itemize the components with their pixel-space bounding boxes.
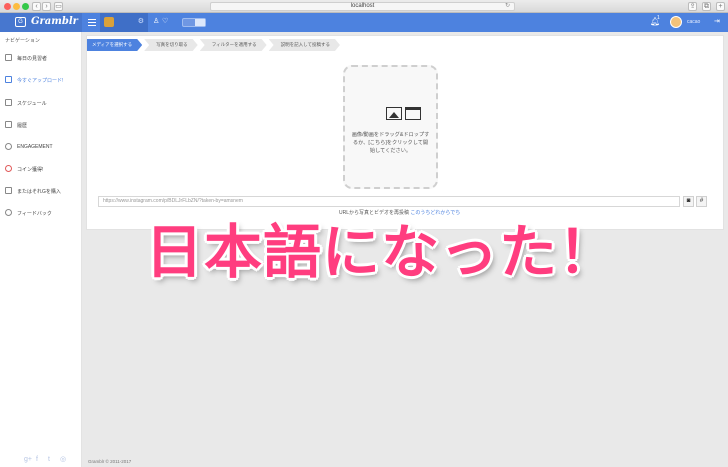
- step-crop[interactable]: 写真を切り取る: [144, 39, 198, 51]
- footer-copyright: Gramblr © 2011-2017: [88, 459, 132, 464]
- step-caption[interactable]: 説明を記入して投稿する: [269, 39, 340, 51]
- hashtag-button[interactable]: #: [696, 196, 707, 207]
- mode-toggle[interactable]: [182, 18, 206, 27]
- address-text: localhost: [350, 3, 375, 9]
- sidebar-item-label: スケジュール: [17, 101, 47, 107]
- photo-icon: [386, 107, 402, 120]
- logo-text: Gramblr: [31, 16, 78, 27]
- sidebar-item-feedback[interactable]: フィードバック: [0, 203, 81, 223]
- sidebar-item-label: ENGAGEMENT: [17, 144, 53, 150]
- dropzone-instructions: 画像/動画をドラッグ&ドロップするか、[こちら]をクリックして開始してください。: [351, 132, 430, 154]
- url-help-label: URLから写真とビデオを再投稿: [339, 210, 410, 216]
- shield-icon: [5, 54, 12, 61]
- instagram-fetch-button[interactable]: ◙: [683, 196, 694, 207]
- overlay-caption: 日本語になった！: [145, 218, 618, 286]
- twitter-icon[interactable]: t: [48, 456, 55, 463]
- address-bar[interactable]: localhost ↻: [210, 2, 515, 11]
- forward-icon[interactable]: ›: [42, 2, 51, 11]
- step-filter[interactable]: フィルターを適用する: [200, 39, 267, 51]
- sidebar-item-schedule[interactable]: スケジュール: [0, 93, 81, 113]
- upload-icon: [5, 76, 12, 83]
- share-icon[interactable]: ⇪: [688, 2, 697, 11]
- user-icon: [5, 143, 12, 150]
- new-tab-icon[interactable]: +: [716, 2, 725, 11]
- sidebar-heading: ナビゲーション: [5, 38, 40, 44]
- toggle-knob: [195, 19, 205, 26]
- reload-icon[interactable]: ↻: [505, 3, 510, 10]
- upload-panel: メディアを選択する 写真を切り取る フィルターを適用する 説明を記入して投稿する…: [86, 35, 724, 230]
- sidebar: ナビゲーション 毎日の見習者 今すぐアップロード! スケジュール 履歴 ENGA…: [0, 32, 82, 467]
- zoom-window-button[interactable]: [22, 3, 29, 10]
- user-icon[interactable]: ♙: [153, 17, 159, 25]
- google-plus-icon[interactable]: g+: [24, 456, 32, 463]
- back-icon[interactable]: ‹: [32, 2, 41, 11]
- sidebar-item-label: またはそれGを購入: [17, 189, 61, 195]
- logout-icon[interactable]: ⇥: [714, 17, 720, 25]
- gear-icon[interactable]: ⚙: [138, 17, 144, 25]
- heart-icon: [5, 165, 12, 172]
- gramblr-logo-icon: G: [15, 17, 26, 27]
- history-icon: [5, 121, 12, 128]
- close-window-button[interactable]: [4, 3, 11, 10]
- user-name[interactable]: cacao: [687, 19, 700, 25]
- question-icon: [5, 209, 12, 216]
- url-help-text: URLから写真とビデオを再投稿 このうちどれからでち: [339, 209, 460, 216]
- instagram-url-input[interactable]: https://www.instagram.com/p/BDLJrFLbZN/?…: [98, 196, 680, 207]
- sidebar-item-label: コイン獲得!: [17, 167, 44, 173]
- account-tab[interactable]: ⚙: [100, 13, 148, 32]
- hamburger-menu-icon[interactable]: [88, 19, 96, 26]
- sidebar-item-upload[interactable]: 今すぐアップロード!: [0, 70, 81, 90]
- calendar-icon: [5, 99, 12, 106]
- video-icon: [405, 107, 421, 120]
- logo[interactable]: G Gramblr: [0, 13, 82, 32]
- sidebar-item-buy[interactable]: またはそれGを購入: [0, 181, 81, 201]
- sidebar-item-engagement[interactable]: ENGAGEMENT: [0, 137, 81, 157]
- sidebar-item-history[interactable]: 履歴: [0, 115, 81, 135]
- sidebar-item-coins[interactable]: コイン獲得!: [0, 159, 81, 179]
- notification-badge: 1: [657, 15, 660, 21]
- url-help-link[interactable]: このうちどれからでち: [410, 210, 460, 216]
- sidebar-item-label: 今すぐアップロード!: [17, 78, 64, 84]
- account-avatar: [104, 17, 114, 27]
- step-breadcrumb: メディアを選択する 写真を切り取る フィルターを適用する 説明を記入して投稿する: [87, 39, 342, 51]
- minimize-window-button[interactable]: [13, 3, 20, 10]
- tabs-icon[interactable]: ⧉: [702, 2, 711, 11]
- sidebar-item-label: 履歴: [17, 123, 28, 129]
- cart-icon: [5, 187, 12, 194]
- step-select-media[interactable]: メディアを選択する: [87, 39, 142, 51]
- heart-icon[interactable]: ♡: [162, 17, 168, 25]
- app-header: G Gramblr ⚙ ♙ ♡ 🔔︎ 1 cacao ⇥: [0, 13, 728, 32]
- social-links: g+ f t ◎: [24, 456, 67, 463]
- sidebar-item-daily[interactable]: 毎日の見習者: [0, 48, 81, 68]
- facebook-icon[interactable]: f: [36, 456, 43, 463]
- media-dropzone[interactable]: 画像/動画をドラッグ&ドロップするか、[こちら]をクリックして開始してください。: [343, 65, 438, 189]
- sidebar-item-label: 毎日の見習者: [17, 56, 48, 62]
- browser-toolbar: ‹ › ▭ localhost ↻ ⇪ ⧉ +: [0, 0, 728, 13]
- sidebar-toggle-icon[interactable]: ▭: [54, 2, 63, 11]
- dropzone-icons: [386, 107, 421, 120]
- instagram-icon[interactable]: ◎: [60, 456, 67, 463]
- user-avatar[interactable]: [670, 16, 682, 28]
- sidebar-item-label: フィードバック: [17, 211, 52, 217]
